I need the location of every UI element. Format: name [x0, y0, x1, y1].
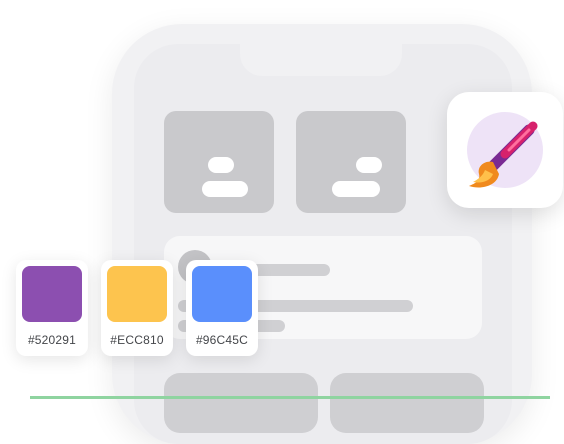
color-swatch-1 — [22, 266, 82, 322]
placeholder-widget-1[interactable] — [164, 111, 274, 213]
bottom-placeholder-1 — [164, 373, 318, 433]
placeholder-widget-2[interactable] — [296, 111, 406, 213]
color-swatch-card-2[interactable]: #ECC810 — [101, 260, 173, 356]
bottom-placeholder-2 — [330, 373, 484, 433]
color-swatch-2 — [107, 266, 167, 322]
color-swatch-card-1[interactable]: #520291 — [16, 260, 88, 356]
color-swatch-label-2: #ECC810 — [110, 333, 164, 347]
phone-notch — [240, 40, 402, 76]
color-swatch-card-3[interactable]: #96C45C — [186, 260, 258, 356]
color-swatch-label-1: #520291 — [27, 333, 77, 347]
app-icon-tile[interactable] — [447, 92, 563, 208]
color-swatch-label-3: #96C45C — [195, 333, 249, 347]
color-swatch-3 — [192, 266, 252, 322]
